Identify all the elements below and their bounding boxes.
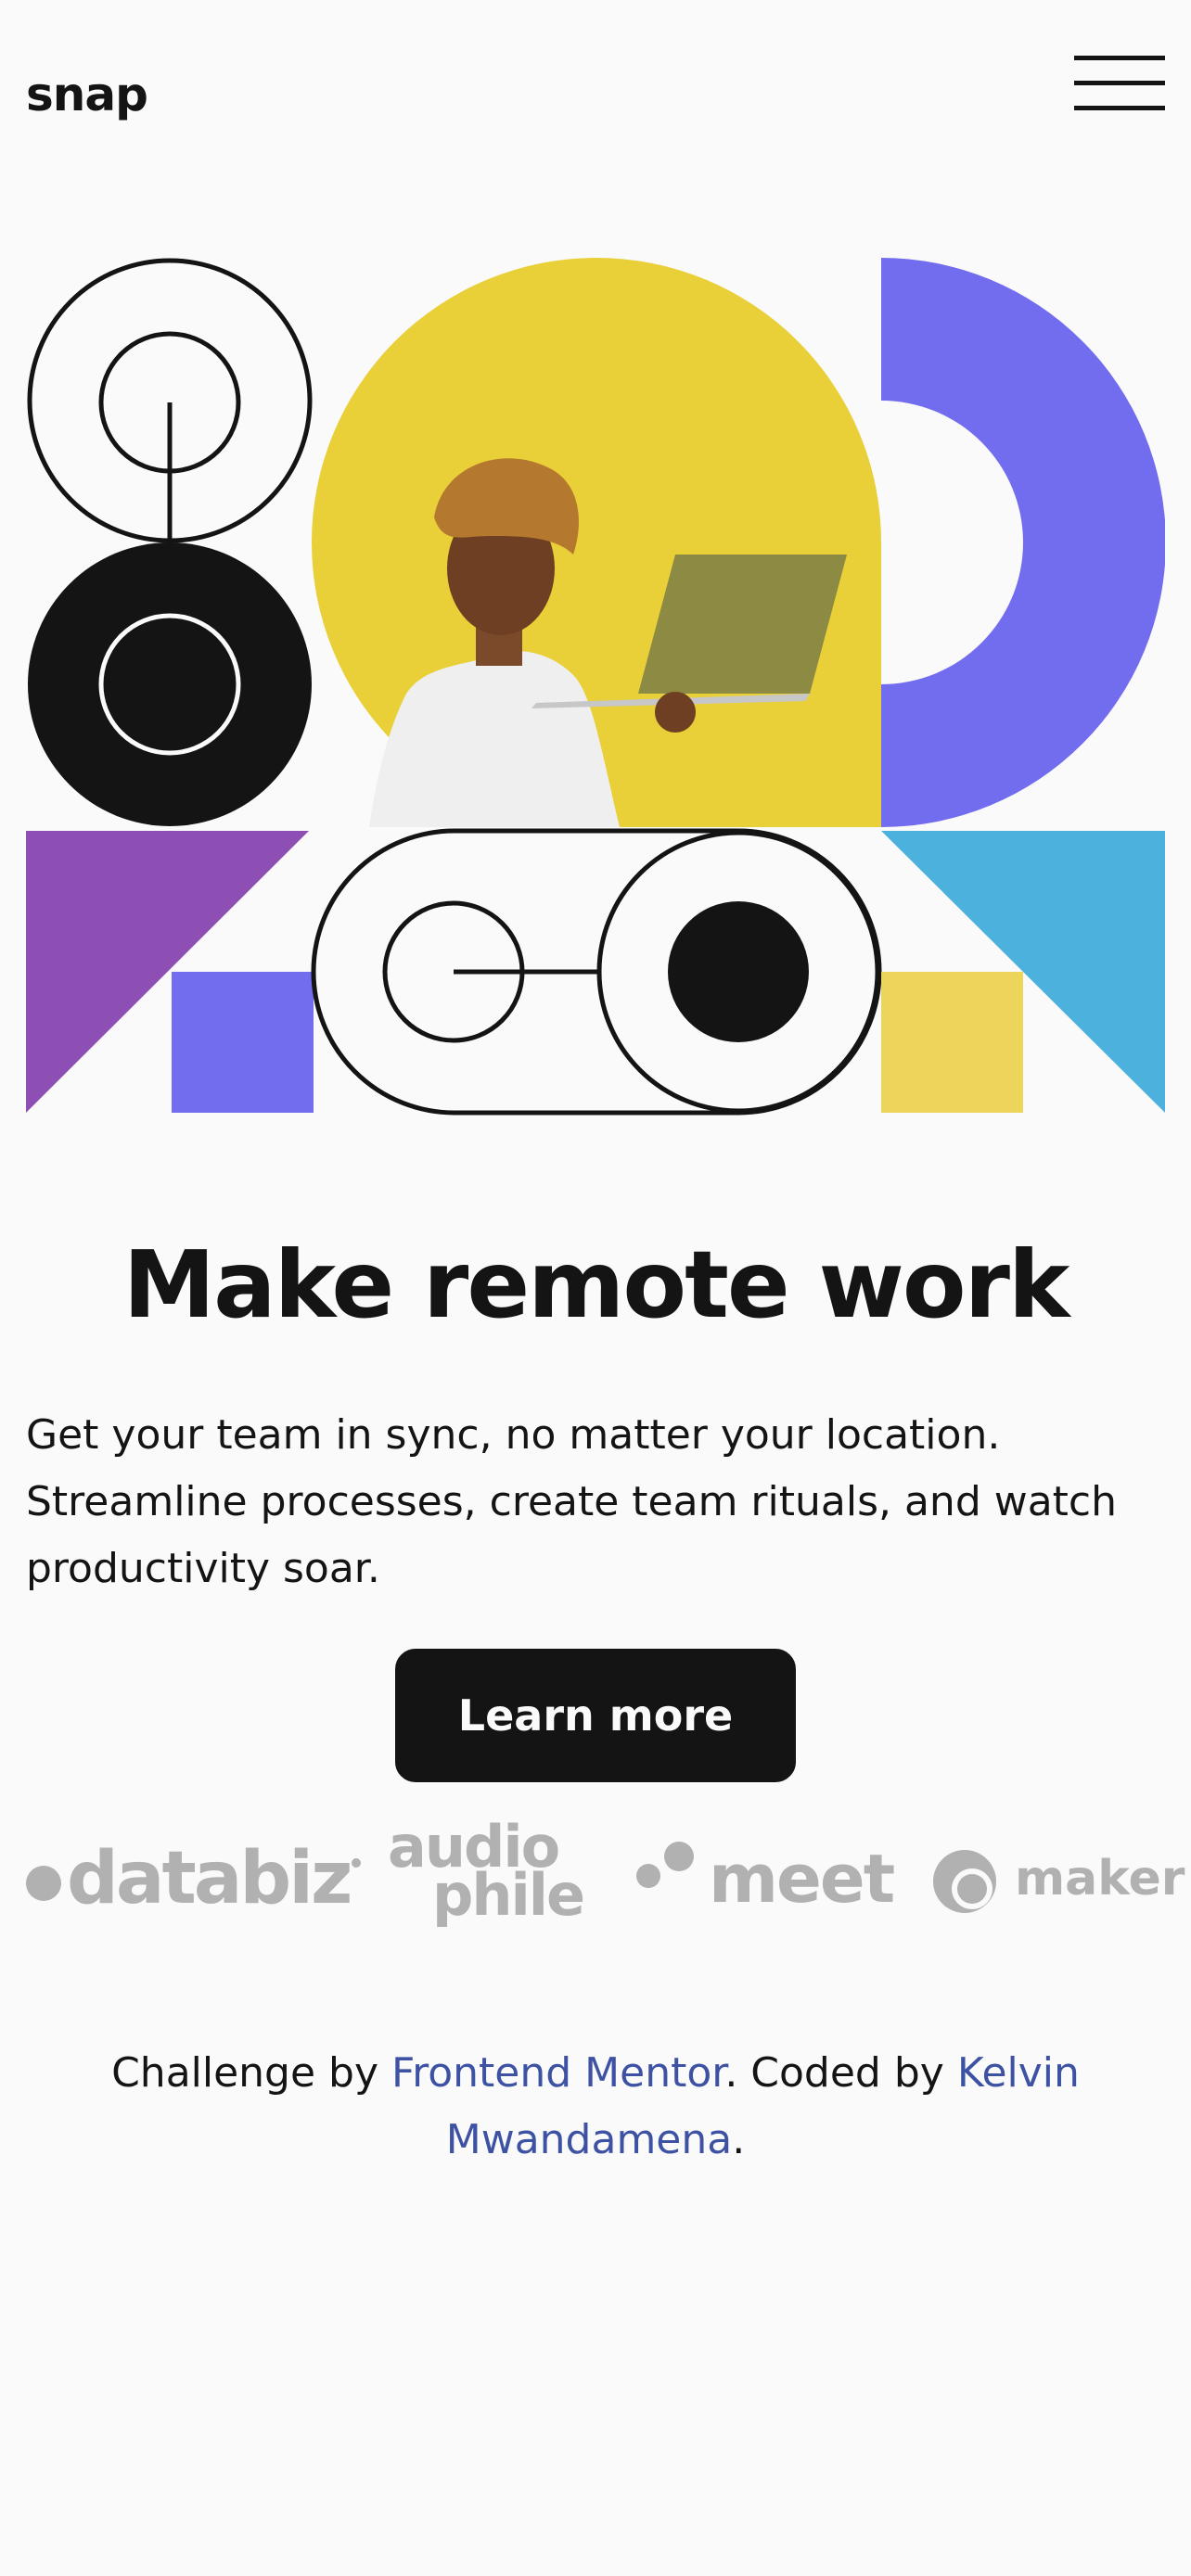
person-with-laptop-illustration [312,258,881,827]
violet-square-icon [172,972,314,1113]
circle-outline-icon [27,258,313,543]
hamburger-menu-icon [1074,56,1165,110]
hamburger-menu-button[interactable] [1074,54,1165,111]
meet-logo: meet [636,1842,895,1916]
databiz-dot-icon [26,1865,61,1901]
page-title: Make remote work [122,1231,1070,1339]
maker-mark-icon [933,1850,996,1913]
learn-more-button[interactable]: Learn more [395,1649,796,1782]
toggle-pill-icon [311,828,882,1116]
black-circle-icon [28,542,312,826]
hero-description: Get your team in sync, no matter your lo… [26,1411,1118,1592]
meet-large-dot-icon [664,1842,694,1871]
brand-logo[interactable]: snap [26,67,148,122]
yellow-square-icon [881,972,1023,1113]
databiz-logo: databiz [26,1842,362,1916]
audiophile-logo: audio phile [388,1818,599,1924]
maker-logo: maker [931,1842,1185,1916]
databiz-small-dot-icon [352,1858,362,1868]
frontend-mentor-link[interactable]: Frontend Mentor [391,2049,724,2097]
attribution-footer: Challenge by Frontend Mentor. Coded by K… [111,2049,1080,2163]
meet-small-dot-icon [636,1864,660,1888]
violet-half-circle-icon [881,258,1165,827]
hero-illustration [26,258,1165,1116]
